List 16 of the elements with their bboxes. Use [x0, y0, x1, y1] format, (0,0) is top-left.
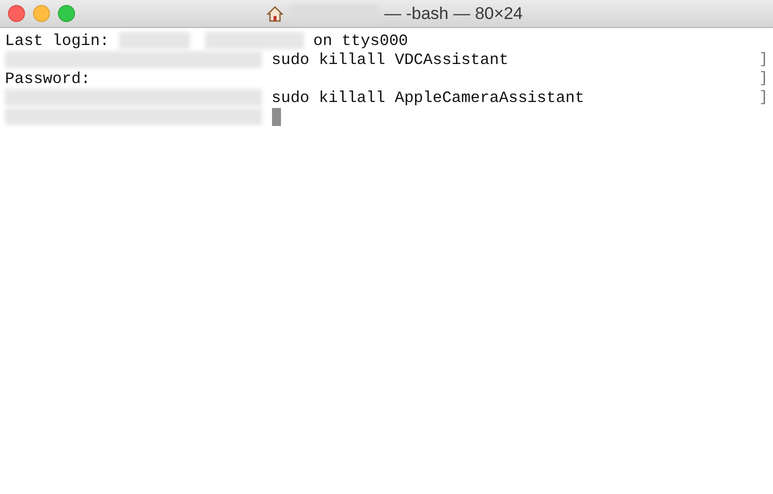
redacted-text: [118, 32, 190, 49]
terminal-area[interactable]: Last login: on ttys000 sudo killall VDCAssistant ] Password: ] sudo killall AppleCameraAssistant ]: [0, 28, 773, 494]
text-cursor: [272, 108, 281, 126]
minimize-button[interactable]: [33, 5, 50, 22]
wrap-mark: ]: [758, 89, 768, 106]
wrap-mark: ]: [758, 70, 768, 87]
close-button[interactable]: [8, 5, 25, 22]
terminal-text: Password:: [5, 70, 90, 88]
wrap-mark: ]: [758, 51, 768, 68]
home-icon: [266, 4, 284, 22]
terminal-text: on ttys000: [312, 32, 408, 50]
terminal-text: Last login:: [5, 32, 110, 50]
terminal-text: sudo killall VDCAssistant: [270, 50, 508, 68]
window-title: — -bash — 80×24: [384, 4, 523, 24]
terminal-text: sudo killall AppleCameraAssistant: [270, 88, 584, 106]
zoom-button[interactable]: [58, 5, 75, 22]
